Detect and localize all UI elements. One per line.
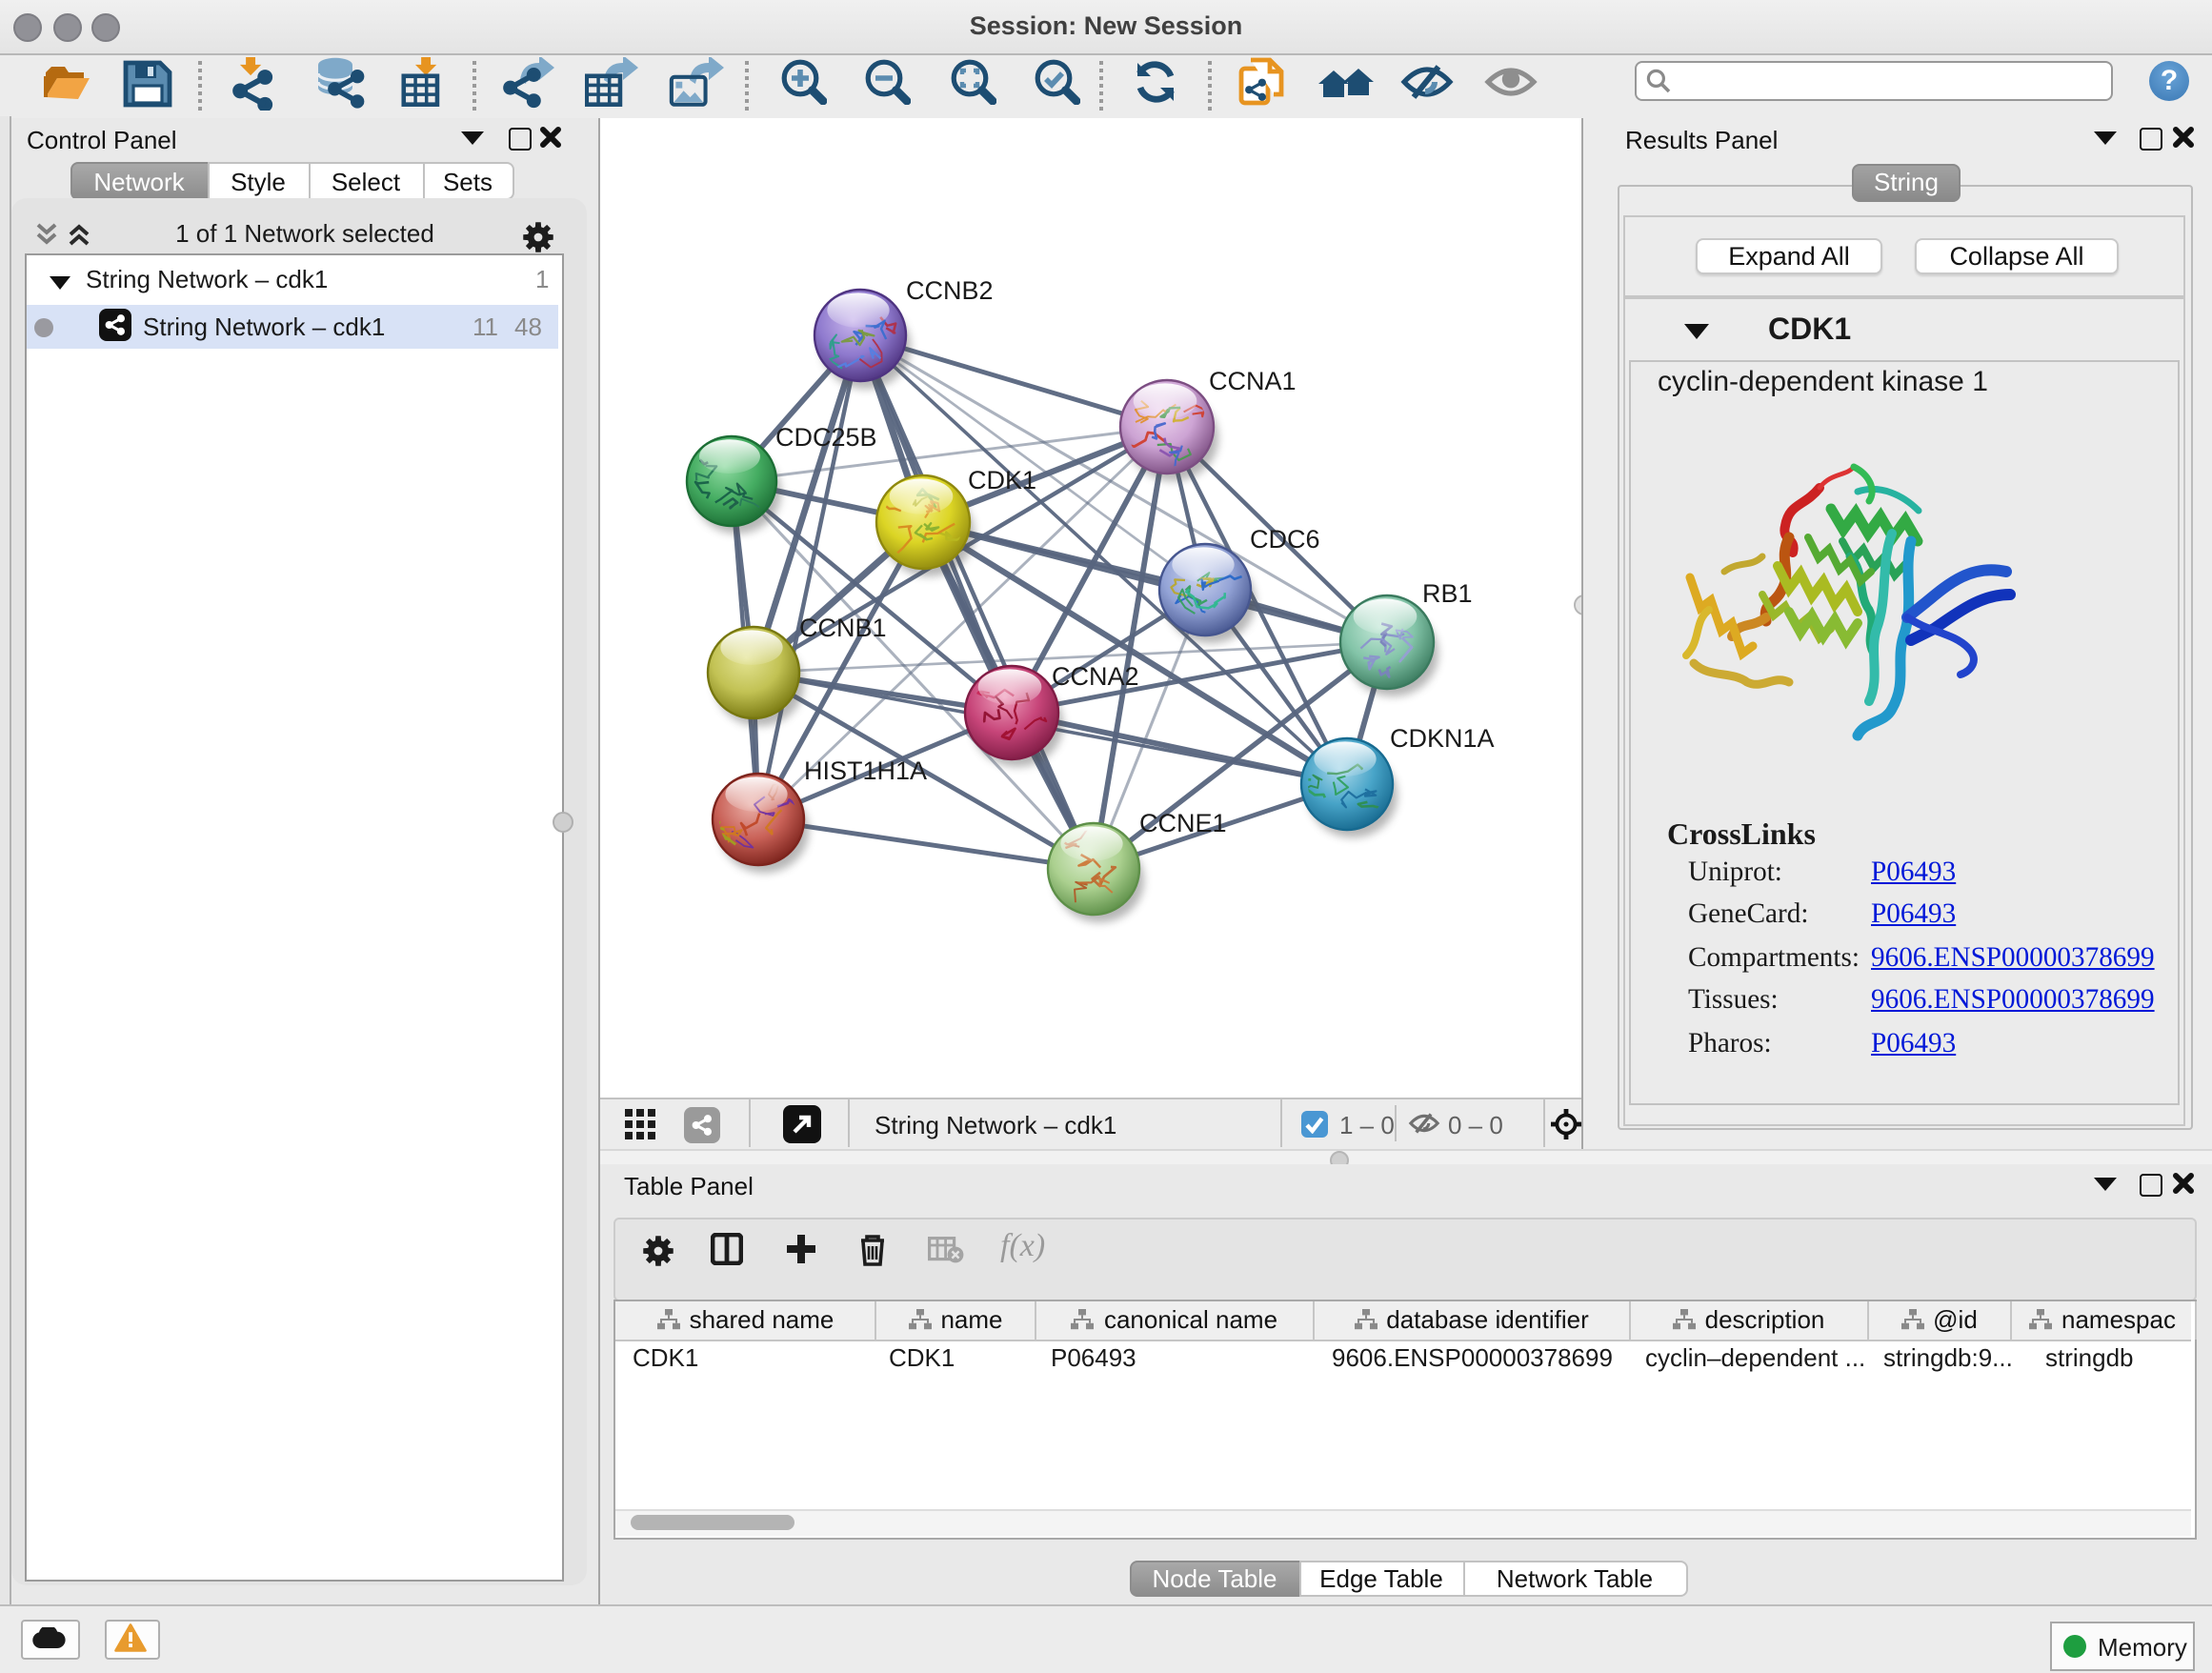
svg-text:RB1: RB1 (1422, 579, 1473, 608)
svg-text:CDKN1A: CDKN1A (1390, 724, 1495, 753)
svg-text:HIST1H1A: HIST1H1A (804, 756, 927, 785)
svg-text:CCNA2: CCNA2 (1052, 662, 1139, 691)
svg-text:CCNB2: CCNB2 (906, 276, 994, 305)
svg-text:CDC25B: CDC25B (775, 423, 877, 452)
svg-text:CCNE1: CCNE1 (1139, 809, 1227, 837)
svg-text:CDC6: CDC6 (1250, 525, 1320, 554)
svg-text:CCNA1: CCNA1 (1209, 367, 1297, 395)
svg-text:CCNB1: CCNB1 (799, 614, 887, 642)
svg-text:CDK1: CDK1 (968, 466, 1036, 494)
